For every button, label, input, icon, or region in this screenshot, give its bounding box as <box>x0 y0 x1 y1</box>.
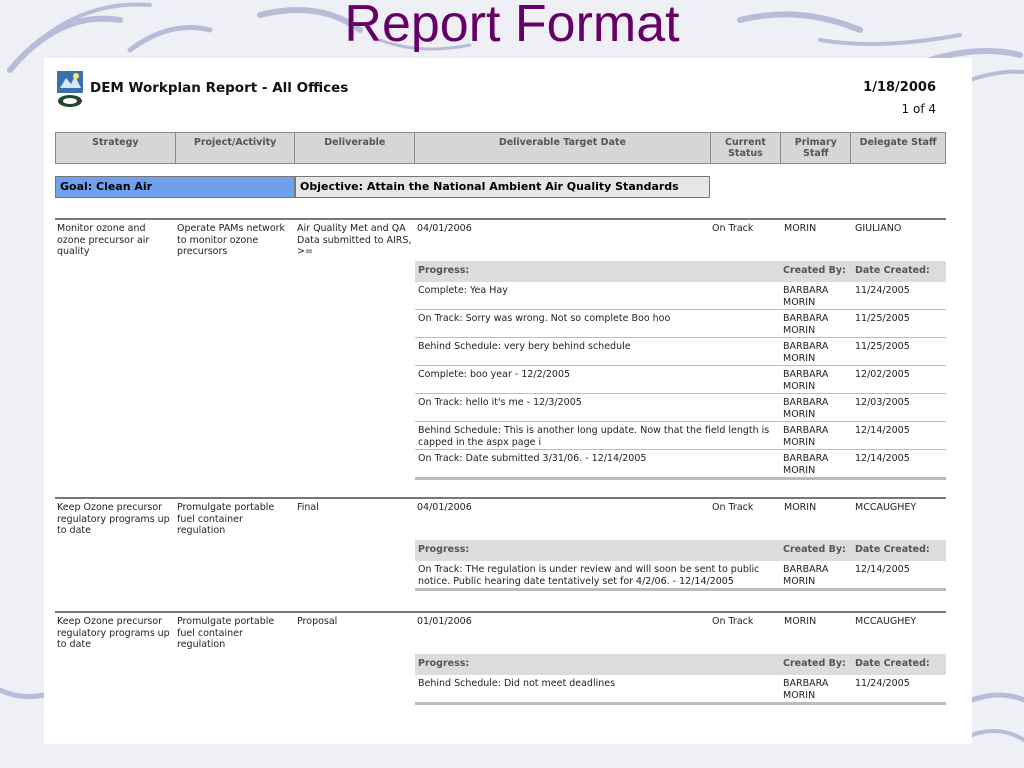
report-date: 1/18/2006 <box>863 80 936 95</box>
progress-text: On Track: THe regulation is under review… <box>418 564 760 587</box>
progress-text: Behind Schedule: Did not meet deadlines <box>418 678 616 689</box>
created-by: BARBARA MORIN <box>783 453 829 476</box>
project-cell: Promulgate portable fuel container regul… <box>177 502 275 536</box>
column-target-date: Deliverable Target Date <box>415 133 711 163</box>
status-cell: On Track <box>712 223 754 234</box>
date-created-header: Date Created: <box>855 658 930 669</box>
delegate-staff-cell: GIULIANO <box>855 223 902 234</box>
date-created-header: Date Created: <box>855 265 930 276</box>
created-by: BARBARA MORIN <box>783 313 829 336</box>
status-cell: On Track <box>712 502 754 513</box>
target-date-cell: 04/01/2006 <box>417 223 472 234</box>
project-cell: Promulgate portable fuel container regul… <box>177 616 275 650</box>
progress-header-label: Progress: <box>418 658 470 669</box>
created-by: BARBARA MORIN <box>783 369 829 392</box>
progress-table: Progress: Created By: Date Created: On T… <box>415 540 946 591</box>
page-number: 1 of 4 <box>901 102 936 116</box>
column-header-row: Strategy Project/Activity Deliverable De… <box>55 132 946 164</box>
column-delegate-staff: Delegate Staff <box>859 137 937 148</box>
delegate-staff-cell: MCCAUGHEY <box>855 502 917 513</box>
column-current-status: Current Status <box>711 133 782 163</box>
strategy-cell: Monitor ozone and ozone precursor air qu… <box>57 223 150 257</box>
target-date-cell: 01/01/2006 <box>417 616 472 627</box>
objective-label: Objective: Attain the National Ambient A… <box>295 176 710 198</box>
progress-text: Complete: Yea Hay <box>418 285 508 296</box>
slide-title: Report Format <box>344 0 680 53</box>
date-created: 12/03/2005 <box>855 397 910 408</box>
entry-divider <box>55 218 946 220</box>
date-created: 11/24/2005 <box>855 678 910 689</box>
progress-row: Complete: boo year - 12/2/2005 BARBARA M… <box>415 366 946 394</box>
progress-row: On Track: Sorry was wrong. Not so comple… <box>415 310 946 338</box>
date-created: 11/25/2005 <box>855 313 910 324</box>
target-date-cell: 04/01/2006 <box>417 502 472 513</box>
progress-row: Behind Schedule: This is another long up… <box>415 422 946 450</box>
date-created: 12/14/2005 <box>855 564 910 575</box>
date-created-header: Date Created: <box>855 544 930 555</box>
progress-row: On Track: Date submitted 3/31/06. - 12/1… <box>415 450 946 478</box>
progress-header-label: Progress: <box>418 265 470 276</box>
column-primary-staff: Primary Staff <box>781 133 852 163</box>
deliverable-cell: Air Quality Met and QA Data submitted to… <box>297 223 412 257</box>
date-created: 11/24/2005 <box>855 285 910 296</box>
delegate-staff-cell: MCCAUGHEY <box>855 616 917 627</box>
progress-header: Progress: Created By: Date Created: <box>415 540 946 561</box>
primary-staff-cell: MORIN <box>784 616 817 627</box>
created-by-header: Created By: <box>783 265 846 276</box>
date-created: 12/14/2005 <box>855 453 910 464</box>
progress-row: Complete: Yea Hay BARBARA MORIN 11/24/20… <box>415 282 946 310</box>
progress-table: Progress: Created By: Date Created: Behi… <box>415 654 946 705</box>
created-by: BARBARA MORIN <box>783 341 829 364</box>
progress-end-divider <box>415 703 946 705</box>
column-project-activity: Project/Activity <box>176 133 296 163</box>
strategy-cell: Keep Ozone precursor regulatory programs… <box>57 502 170 536</box>
workplan-entry: Keep Ozone precursor regulatory programs… <box>55 497 946 597</box>
progress-row: On Track: THe regulation is under review… <box>415 561 946 589</box>
created-by: BARBARA MORIN <box>783 425 829 448</box>
column-strategy: Strategy <box>56 133 176 163</box>
progress-text: On Track: Date submitted 3/31/06. - 12/1… <box>418 453 647 464</box>
progress-header: Progress: Created By: Date Created: <box>415 654 946 675</box>
date-created: 12/14/2005 <box>855 425 910 436</box>
progress-header-label: Progress: <box>418 544 470 555</box>
deliverable-cell: Final <box>297 502 319 513</box>
date-created: 12/02/2005 <box>855 369 910 380</box>
progress-text: Complete: boo year - 12/2/2005 <box>418 369 571 380</box>
progress-row: Behind Schedule: very bery behind schedu… <box>415 338 946 366</box>
report-title: DEM Workplan Report - All Offices <box>90 80 349 96</box>
created-by: BARBARA MORIN <box>783 397 829 420</box>
progress-table: Progress: Created By: Date Created: Comp… <box>415 261 946 480</box>
progress-end-divider <box>415 478 946 480</box>
progress-text: On Track: hello it's me - 12/3/2005 <box>418 397 582 408</box>
progress-text: On Track: Sorry was wrong. Not so comple… <box>418 313 671 324</box>
dem-logo <box>57 71 83 107</box>
progress-row: On Track: hello it's me - 12/3/2005 BARB… <box>415 394 946 422</box>
status-cell: On Track <box>712 616 754 627</box>
workplan-entry: Monitor ozone and ozone precursor air qu… <box>55 218 946 483</box>
entry-divider <box>55 497 946 499</box>
progress-row: Behind Schedule: Did not meet deadlines … <box>415 675 946 703</box>
created-by-header: Created By: <box>783 658 846 669</box>
workplan-entry: Keep Ozone precursor regulatory programs… <box>55 611 946 711</box>
project-cell: Operate PAMs network to monitor ozone pr… <box>177 223 286 257</box>
strategy-cell: Keep Ozone precursor regulatory programs… <box>57 616 170 650</box>
entry-divider <box>55 611 946 613</box>
column-deliverable: Deliverable <box>295 133 416 163</box>
created-by: BARBARA MORIN <box>783 285 829 308</box>
progress-text: Behind Schedule: This is another long up… <box>418 425 770 448</box>
progress-text: Behind Schedule: very bery behind schedu… <box>418 341 631 352</box>
progress-header: Progress: Created By: Date Created: <box>415 261 946 282</box>
progress-end-divider <box>415 589 946 591</box>
deliverable-cell: Proposal <box>297 616 338 627</box>
primary-staff-cell: MORIN <box>784 502 817 513</box>
created-by: BARBARA MORIN <box>783 678 829 701</box>
date-created: 11/25/2005 <box>855 341 910 352</box>
primary-staff-cell: MORIN <box>784 223 817 234</box>
report-page: DEM Workplan Report - All Offices 1/18/2… <box>44 58 972 744</box>
created-by-header: Created By: <box>783 544 846 555</box>
goal-label: Goal: Clean Air <box>55 176 295 198</box>
created-by: BARBARA MORIN <box>783 564 829 587</box>
